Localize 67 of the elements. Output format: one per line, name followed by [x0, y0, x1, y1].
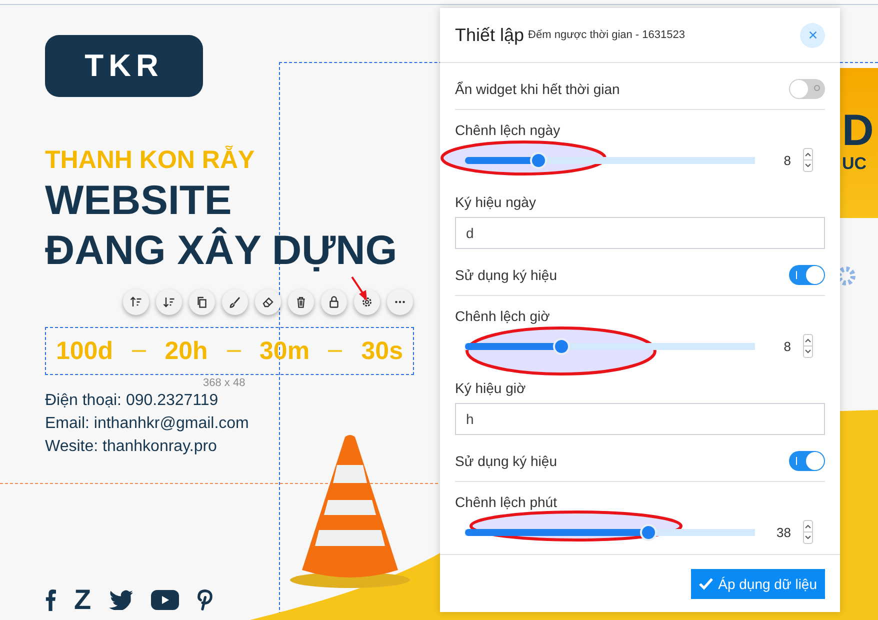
countdown-value: 30s — [361, 336, 403, 366]
toggle-switch[interactable] — [789, 265, 825, 286]
setting-label: Chênh lệch ngày — [455, 122, 562, 138]
checkmark-icon — [699, 578, 714, 590]
sign-text: D — [842, 108, 875, 154]
toggle-switch[interactable] — [789, 79, 825, 100]
headline: WEBSITE — [45, 176, 232, 225]
setting-label: Ký hiệu giờ — [455, 380, 527, 396]
setting-label: Sử dụng ký hiệu — [455, 453, 557, 470]
panel-subtitle: Đếm ngược thời gian - 1631523 — [528, 29, 686, 42]
facebook-icon[interactable] — [45, 589, 56, 611]
spinner-arrows-icon — [803, 148, 813, 172]
countdown-value: 30m — [260, 336, 310, 366]
brand-name: THANH KON RẴY — [45, 145, 255, 175]
slider-value: 8 — [782, 338, 791, 354]
sign-text: UC — [842, 154, 868, 174]
contact-line: Email: inthanhkr@gmail.com — [45, 414, 249, 434]
lock-button[interactable] — [321, 289, 347, 315]
twitter-icon[interactable] — [109, 590, 134, 610]
slider-thumb[interactable] — [640, 524, 657, 541]
logo[interactable]: TKR — [45, 35, 203, 97]
setting-label: Ẩn widget khi hết thời gian — [455, 81, 620, 98]
copy-icon — [196, 296, 208, 308]
eraser-button[interactable] — [255, 289, 281, 315]
annotation-arrow — [350, 276, 370, 302]
setting-label: Chênh lệch giờ — [455, 308, 551, 324]
close-icon — [808, 31, 816, 40]
countdown-value: 100d — [56, 336, 113, 366]
panel-title: Thiết lập — [455, 24, 524, 46]
trash-icon — [295, 296, 307, 308]
slider-thumb[interactable] — [552, 338, 570, 355]
setting-label: Chênh lệch phút — [455, 494, 558, 510]
countdown-value: 20h — [164, 336, 208, 366]
zalo-icon[interactable]: Z — [74, 588, 92, 612]
sort-up-icon — [130, 296, 142, 308]
slider-value: 8 — [782, 152, 791, 168]
close-button[interactable] — [800, 22, 825, 48]
slider-thumb[interactable] — [530, 152, 546, 169]
input-field[interactable]: d — [455, 217, 825, 250]
copy-button[interactable] — [189, 289, 215, 315]
eraser-icon — [262, 296, 274, 308]
sort-down-button[interactable] — [156, 289, 182, 315]
apply-button[interactable]: Áp dụng dữ liệu — [691, 568, 825, 599]
spinner-arrows-icon — [803, 334, 813, 358]
spinner-arrows-icon — [803, 520, 813, 544]
size-label: 368 x 48 — [203, 377, 246, 389]
lock-icon — [328, 296, 340, 308]
toggle-switch[interactable] — [789, 451, 825, 472]
brush-button[interactable] — [222, 289, 248, 315]
contact-line: Wesite: thanhkonray.pro — [45, 437, 217, 457]
settings-button[interactable] — [354, 289, 380, 315]
setting-label: Ký hiệu ngày — [455, 194, 537, 210]
brush-icon — [229, 296, 241, 308]
headline: ĐANG XÂY DỰNG — [45, 226, 398, 275]
pinterest-icon[interactable] — [197, 589, 214, 611]
settings-icon — [361, 296, 373, 308]
sort-up-button[interactable] — [123, 289, 149, 315]
contact-line: Điện thoại: 090.2327119 — [45, 391, 218, 411]
number-spinner[interactable] — [803, 520, 813, 544]
setting-label: Sử dụng ký hiệu — [455, 267, 557, 284]
youtube-icon[interactable] — [151, 590, 180, 610]
number-spinner[interactable] — [803, 334, 813, 358]
input-field[interactable]: h — [455, 403, 825, 436]
trash-button[interactable] — [288, 289, 314, 315]
number-spinner[interactable] — [803, 148, 813, 172]
slider-value: 38 — [776, 524, 791, 540]
sort-down-icon — [163, 296, 175, 308]
